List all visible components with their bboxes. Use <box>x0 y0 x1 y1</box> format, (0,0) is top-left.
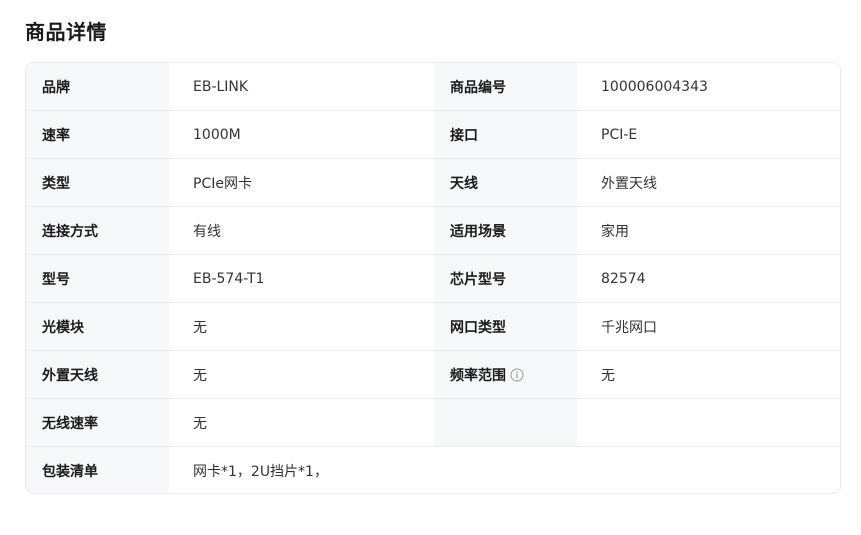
spec-table: 品牌 EB-LINK 商品编号 100006004343 速率 1000M 接口… <box>25 62 841 494</box>
spec-value-connection: 有线 <box>169 207 434 254</box>
spec-label-antenna: 天线 <box>434 159 577 206</box>
spec-value-frequency: 无 <box>577 351 840 398</box>
table-row-package: 包装清单 网卡*1，2U挡片*1， <box>26 447 840 493</box>
spec-label-port-type: 网口类型 <box>434 303 577 350</box>
spec-value-optical-module: 无 <box>169 303 434 350</box>
table-row: 型号 EB-574-T1 芯片型号 82574 <box>26 255 840 303</box>
spec-label-frequency: 频率范围 <box>434 351 577 398</box>
table-row: 速率 1000M 接口 PCI-E <box>26 111 840 159</box>
spec-value-port-type: 千兆网口 <box>577 303 840 350</box>
spec-value-type: PCIe网卡 <box>169 159 434 206</box>
info-icon[interactable] <box>510 368 524 382</box>
spec-value-interface: PCI-E <box>577 111 840 158</box>
table-row: 光模块 无 网口类型 千兆网口 <box>26 303 840 351</box>
spec-value-model: EB-574-T1 <box>169 255 434 302</box>
spec-value-package: 网卡*1，2U挡片*1， <box>169 447 840 493</box>
spec-value-empty <box>577 399 840 446</box>
spec-label-optical-module: 光模块 <box>26 303 169 350</box>
spec-value-sku: 100006004343 <box>577 63 840 110</box>
spec-label-speed: 速率 <box>26 111 169 158</box>
table-row: 品牌 EB-LINK 商品编号 100006004343 <box>26 63 840 111</box>
spec-label-brand: 品牌 <box>26 63 169 110</box>
spec-label-type: 类型 <box>26 159 169 206</box>
spec-label-connection: 连接方式 <box>26 207 169 254</box>
section-title: 商品详情 <box>25 20 107 44</box>
spec-value-antenna: 外置天线 <box>577 159 840 206</box>
spec-value-wireless-speed: 无 <box>169 399 434 446</box>
product-details-page: 商品详情 品牌 EB-LINK 商品编号 100006004343 速率 100… <box>0 0 861 535</box>
table-row: 外置天线 无 频率范围 无 <box>26 351 840 399</box>
table-row: 无线速率 无 <box>26 399 840 447</box>
spec-value-speed: 1000M <box>169 111 434 158</box>
spec-value-brand: EB-LINK <box>169 63 434 110</box>
spec-label-sku: 商品编号 <box>434 63 577 110</box>
spec-label-wireless-speed: 无线速率 <box>26 399 169 446</box>
spec-label-model: 型号 <box>26 255 169 302</box>
spec-value-external-antenna: 无 <box>169 351 434 398</box>
spec-value-scenario: 家用 <box>577 207 840 254</box>
spec-value-chip: 82574 <box>577 255 840 302</box>
spec-label-package: 包装清单 <box>26 447 169 493</box>
spec-label-frequency-text: 频率范围 <box>450 367 506 384</box>
table-row: 连接方式 有线 适用场景 家用 <box>26 207 840 255</box>
spec-label-empty <box>434 399 577 446</box>
spec-label-external-antenna: 外置天线 <box>26 351 169 398</box>
spec-label-interface: 接口 <box>434 111 577 158</box>
spec-label-chip: 芯片型号 <box>434 255 577 302</box>
spec-label-scenario: 适用场景 <box>434 207 577 254</box>
table-row: 类型 PCIe网卡 天线 外置天线 <box>26 159 840 207</box>
